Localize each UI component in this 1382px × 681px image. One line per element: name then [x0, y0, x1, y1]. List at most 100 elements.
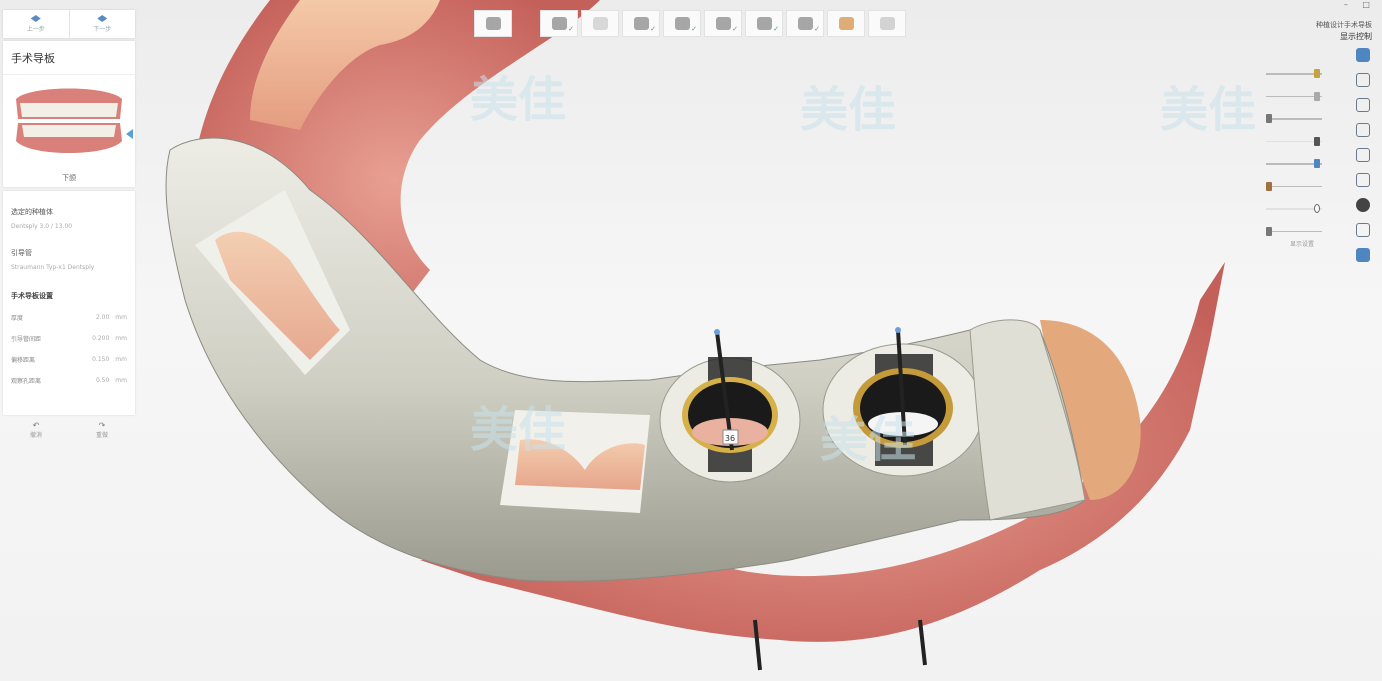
param-label: 观察孔距离 [11, 378, 42, 385]
check-icon: ✓ [814, 25, 820, 33]
opacity-slider[interactable] [1262, 179, 1328, 202]
workflow-toolbar: ✓ ✓ ✓ ✓ ✓ ✓ [474, 10, 906, 37]
tool-guide[interactable]: ✓ [786, 10, 824, 37]
param-row[interactable]: 厚度 2.00 mm [11, 313, 127, 322]
model-icon [633, 17, 649, 30]
left-panel: 上一步 下一步 手术导板 下颌 选定的种植体 Dentsply 3.0 / 13… [3, 10, 135, 439]
guide-icon [797, 17, 813, 30]
tool-surgery[interactable] [827, 10, 865, 37]
param-row[interactable]: 观察孔距离 0.50 mm [11, 376, 127, 385]
param-number: 0.200 [92, 335, 110, 342]
guide-card: 手术导板 下颌 [3, 41, 135, 187]
align-icon [592, 17, 608, 30]
tooth-number-label: 36 [725, 434, 735, 443]
opacity-slider[interactable] [1262, 111, 1328, 134]
home-view-icon[interactable] [1356, 223, 1370, 237]
sleeve-value: Straumann Typ-x1 Dentsply [11, 264, 95, 271]
right-panel-title: 种植设计手术导板 显示控制 [1316, 20, 1372, 42]
tool-implant[interactable]: ✓ [704, 10, 742, 37]
tool-export[interactable] [868, 10, 906, 37]
sleeve-label: 引导管 [11, 249, 32, 257]
jaw-model-render[interactable]: 36 [0, 0, 1382, 681]
param-label: 偏移距离 [11, 357, 36, 364]
display-settings-link[interactable]: 显示设置 [1290, 239, 1314, 248]
opacity-slider[interactable] [1262, 201, 1328, 224]
view-left-icon[interactable] [1356, 123, 1370, 137]
model-thumbnail[interactable]: 下颌 [3, 75, 135, 187]
tool-segment[interactable]: ✓ [663, 10, 701, 37]
opacity-slider[interactable] [1262, 89, 1328, 112]
view-back-icon[interactable] [1356, 173, 1370, 187]
3d-viewport[interactable]: 36 美佳 美佳 美佳 美佳 美佳 [0, 0, 1382, 681]
right-toolbar [1356, 48, 1370, 262]
redo-label: 重做 [95, 432, 108, 439]
export-icon [879, 17, 895, 30]
redo-button[interactable]: ↷ 重做 [96, 421, 108, 439]
tool-import-scan[interactable]: ✓ [540, 10, 578, 37]
undo-label: 撤消 [29, 432, 42, 439]
param-value[interactable]: 0.50 mm [96, 377, 127, 384]
params-heading: 手术导板设置 [11, 292, 53, 300]
window-controls[interactable]: – □ [1344, 0, 1376, 9]
patient-icon [485, 17, 501, 30]
opacity-slider[interactable] [1262, 66, 1328, 89]
param-label: 引导管间距 [11, 336, 42, 343]
param-row[interactable]: 引导管间距 0.200 mm [11, 334, 127, 343]
implant-value: Dentsply 3.0 / 13.00 [11, 223, 73, 230]
param-value[interactable]: 0.150 mm [92, 356, 127, 363]
right-title-line1: 种植设计手术导板 [1316, 21, 1372, 29]
panel-title: 手术导板 [3, 41, 135, 75]
view-right-icon[interactable] [1356, 148, 1370, 162]
jaw-thumbnail-icon [16, 88, 122, 153]
param-number: 0.150 [92, 356, 110, 363]
expand-arrow-icon[interactable] [126, 129, 133, 139]
step-navigation: 上一步 下一步 [3, 10, 135, 38]
visibility-sliders [1262, 66, 1328, 246]
tool-model[interactable]: ✓ [622, 10, 660, 37]
param-value[interactable]: 0.200 mm [92, 335, 127, 342]
implant-icon [715, 17, 731, 30]
history-buttons: ↶ 撤消 ↷ 重做 [3, 421, 135, 439]
segment-icon [674, 17, 690, 30]
param-number: 0.50 [95, 377, 110, 384]
view-front-icon[interactable] [1356, 48, 1370, 62]
opacity-slider[interactable] [1262, 134, 1328, 157]
param-unit: mm [115, 356, 127, 363]
scan-icon [551, 17, 567, 30]
check-icon: ✓ [650, 25, 656, 33]
sleeve-icon [756, 17, 772, 30]
opacity-slider[interactable] [1262, 156, 1328, 179]
tool-sleeve[interactable]: ✓ [745, 10, 783, 37]
implant-label: 选定的种植体 [11, 208, 53, 216]
prev-step-button[interactable]: 上一步 [3, 10, 70, 38]
params-list: 厚度 2.00 mm 引导管间距 0.200 mm 偏移距离 0.150 mm 观察孔距离 0.50… [11, 313, 127, 385]
view-top-icon[interactable] [1356, 73, 1370, 87]
prev-step-label: 上一步 [26, 26, 45, 33]
param-unit: mm [115, 377, 127, 384]
model-label: 下颌 [62, 174, 76, 182]
param-number: 2.00 [95, 314, 110, 321]
param-value[interactable]: 2.00 mm [96, 314, 127, 321]
check-icon: ✓ [691, 25, 697, 33]
undo-icon: ↶ [32, 421, 40, 430]
check-icon: ✓ [773, 25, 779, 33]
tool-align[interactable] [581, 10, 619, 37]
param-unit: mm [115, 314, 127, 321]
next-step-button[interactable]: 下一步 [70, 10, 136, 38]
surgeon-icon [838, 17, 854, 30]
right-title-line2: 显示控制 [1340, 32, 1372, 41]
next-step-label: 下一步 [93, 26, 112, 33]
settings-card: 选定的种植体 Dentsply 3.0 / 13.00 引导管 Strauman… [3, 191, 135, 415]
layers-icon[interactable] [1356, 248, 1370, 262]
tool-patient[interactable] [474, 10, 512, 37]
redo-icon: ↷ [98, 421, 106, 430]
param-unit: mm [115, 335, 127, 342]
undo-button[interactable]: ↶ 撤消 [30, 421, 42, 439]
param-row[interactable]: 偏移距离 0.150 mm [11, 355, 127, 364]
param-label: 厚度 [11, 315, 24, 322]
view-bottom-icon[interactable] [1356, 98, 1370, 112]
check-icon: ✓ [732, 25, 738, 33]
back-arrow-icon [30, 15, 41, 22]
screenshot-icon[interactable] [1356, 198, 1370, 212]
forward-arrow-icon [97, 15, 108, 22]
